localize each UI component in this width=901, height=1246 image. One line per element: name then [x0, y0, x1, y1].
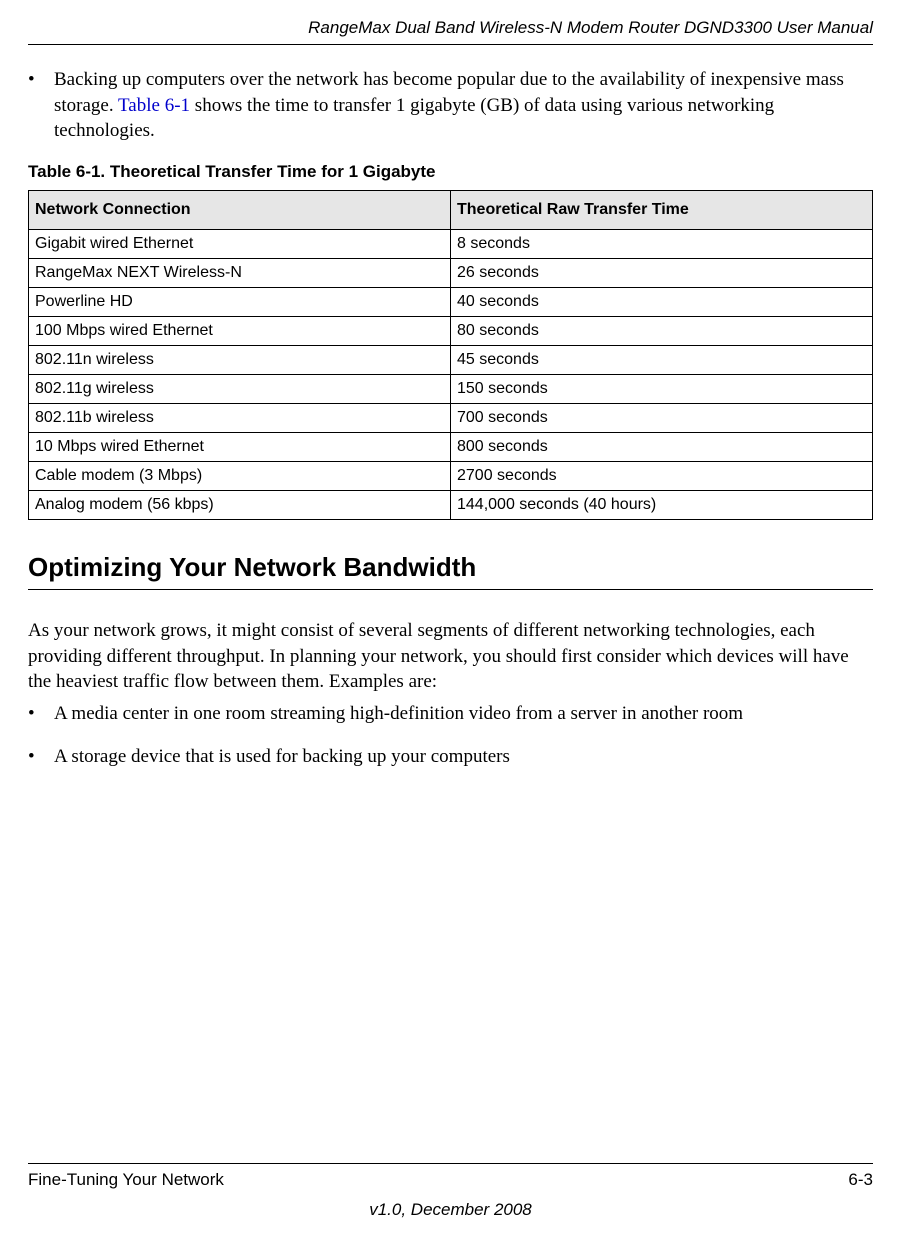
table-reference-link[interactable]: Table 6-1: [118, 95, 190, 116]
table-cell: RangeMax NEXT Wireless-N: [29, 258, 451, 287]
table-cell: 80 seconds: [451, 316, 873, 345]
table-cell: 45 seconds: [451, 345, 873, 374]
table-cell: Gigabit wired Ethernet: [29, 229, 451, 258]
table-cell: 150 seconds: [451, 374, 873, 403]
table-row: 802.11g wireless150 seconds: [29, 374, 873, 403]
table-row: Powerline HD40 seconds: [29, 287, 873, 316]
bullet-dot-icon: •: [28, 701, 54, 727]
section-paragraph: As your network grows, it might consist …: [28, 618, 873, 695]
table-cell: 100 Mbps wired Ethernet: [29, 316, 451, 345]
table-row: Cable modem (3 Mbps)2700 seconds: [29, 461, 873, 490]
table-row: 802.11b wireless700 seconds: [29, 403, 873, 432]
bullet-dot-icon: •: [28, 744, 54, 770]
bullet-text: A media center in one room streaming hig…: [54, 701, 743, 727]
table-row: 802.11n wireless45 seconds: [29, 345, 873, 374]
table-header-time: Theoretical Raw Transfer Time: [451, 190, 873, 229]
table-cell: 2700 seconds: [451, 461, 873, 490]
table-cell: Analog modem (56 kbps): [29, 490, 451, 519]
intro-text: Backing up computers over the network ha…: [54, 67, 873, 144]
table-cell: 8 seconds: [451, 229, 873, 258]
table-row: 10 Mbps wired Ethernet800 seconds: [29, 432, 873, 461]
table-cell: Powerline HD: [29, 287, 451, 316]
table-cell: 10 Mbps wired Ethernet: [29, 432, 451, 461]
table-cell: 144,000 seconds (40 hours): [451, 490, 873, 519]
table-cell: 700 seconds: [451, 403, 873, 432]
table-row: RangeMax NEXT Wireless-N26 seconds: [29, 258, 873, 287]
table-cell: 802.11b wireless: [29, 403, 451, 432]
footer-page-number: 6-3: [848, 1170, 873, 1190]
table-cell: 40 seconds: [451, 287, 873, 316]
section-heading-optimizing: Optimizing Your Network Bandwidth: [28, 552, 873, 590]
page-footer: Fine-Tuning Your Network 6-3 v1.0, Decem…: [28, 1163, 873, 1220]
transfer-time-table: Network Connection Theoretical Raw Trans…: [28, 190, 873, 520]
section-bullet-2: • A storage device that is used for back…: [28, 744, 873, 770]
running-header: RangeMax Dual Band Wireless-N Modem Rout…: [28, 18, 873, 45]
section-bullet-1: • A media center in one room streaming h…: [28, 701, 873, 727]
table-row: Gigabit wired Ethernet8 seconds: [29, 229, 873, 258]
table-cell: 26 seconds: [451, 258, 873, 287]
bullet-text: A storage device that is used for backin…: [54, 744, 510, 770]
footer-version: v1.0, December 2008: [28, 1200, 873, 1220]
table-cell: 802.11g wireless: [29, 374, 451, 403]
table-row: Analog modem (56 kbps)144,000 seconds (4…: [29, 490, 873, 519]
footer-section-title: Fine-Tuning Your Network: [28, 1170, 224, 1190]
table-header-row: Network Connection Theoretical Raw Trans…: [29, 190, 873, 229]
table-caption: Table 6-1. Theoretical Transfer Time for…: [28, 162, 873, 182]
table-cell: Cable modem (3 Mbps): [29, 461, 451, 490]
intro-bullet: • Backing up computers over the network …: [28, 67, 873, 144]
table-cell: 802.11n wireless: [29, 345, 451, 374]
table-header-network: Network Connection: [29, 190, 451, 229]
table-cell: 800 seconds: [451, 432, 873, 461]
bullet-dot-icon: •: [28, 67, 54, 144]
table-row: 100 Mbps wired Ethernet80 seconds: [29, 316, 873, 345]
